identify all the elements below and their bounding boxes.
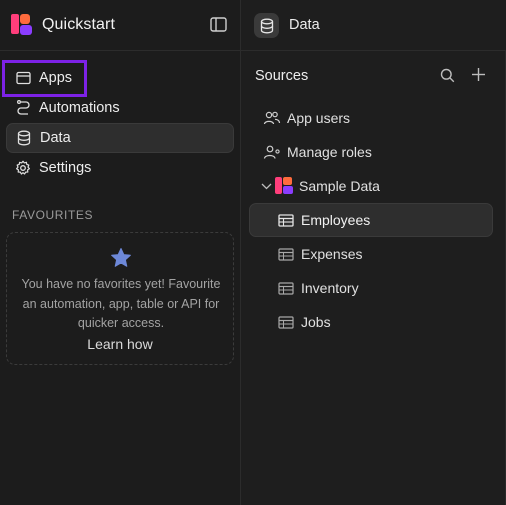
budibase-logo-icon — [11, 14, 33, 36]
table-icon — [277, 314, 295, 330]
source-item-label: Jobs — [301, 314, 331, 330]
table-icon — [277, 246, 295, 262]
app-title: Quickstart — [42, 16, 116, 33]
collapse-sidebar-icon[interactable] — [210, 17, 227, 32]
sidebar: Quickstart Apps Automations Data Setting… — [0, 0, 241, 505]
panel-title: Data — [289, 17, 320, 33]
search-icon[interactable] — [440, 68, 455, 83]
automation-path-icon — [15, 100, 31, 116]
source-item-inventory[interactable]: Inventory — [277, 273, 359, 303]
source-item-label: App users — [287, 110, 351, 126]
divider — [241, 50, 506, 51]
divider — [0, 50, 241, 51]
favourites-heading: FAVOURITES — [12, 208, 94, 222]
add-source-icon[interactable] — [471, 67, 486, 82]
source-item-manage-roles[interactable]: Manage roles — [263, 137, 372, 167]
selection-highlight — [2, 60, 87, 97]
sidebar-item-label: Automations — [39, 100, 120, 116]
sidebar-item-data[interactable]: Data — [6, 123, 234, 153]
sources-heading: Sources — [255, 68, 309, 84]
source-item-label: Expenses — [301, 246, 363, 262]
favourites-empty-state: You have no favorites yet! Favourite an … — [6, 232, 234, 365]
budibase-logo-icon — [275, 177, 293, 195]
sidebar-item-automations[interactable]: Automations — [6, 93, 234, 123]
source-item-label: Manage roles — [287, 144, 372, 160]
table-icon — [277, 212, 295, 228]
source-item-jobs[interactable]: Jobs — [277, 307, 331, 337]
sidebar-item-label: Data — [40, 130, 71, 146]
brand[interactable]: Quickstart — [11, 14, 115, 36]
table-icon — [277, 280, 295, 296]
source-item-label: Sample Data — [299, 178, 380, 194]
users-icon — [263, 110, 281, 126]
chevron-down-icon[interactable] — [260, 180, 272, 192]
source-item-label: Inventory — [301, 280, 359, 296]
favourites-empty-message: You have no favorites yet! Favourite an … — [21, 277, 221, 330]
database-icon — [16, 130, 32, 146]
source-item-app-users[interactable]: App users — [263, 103, 350, 133]
sidebar-item-label: Settings — [39, 160, 92, 176]
source-item-expenses[interactable]: Expenses — [277, 239, 362, 269]
database-icon — [254, 13, 279, 38]
user-roles-icon — [263, 144, 281, 160]
gear-icon — [15, 160, 31, 176]
source-item-employees[interactable]: Employees — [277, 205, 370, 235]
learn-how-link[interactable]: Learn how — [7, 336, 233, 352]
star-icon — [110, 247, 132, 269]
data-panel: Data Sources App users Manage roles Samp… — [241, 0, 506, 505]
sidebar-item-settings[interactable]: Settings — [6, 153, 234, 183]
source-item-label: Employees — [301, 212, 371, 228]
source-item-sample-data[interactable]: Sample Data — [260, 171, 380, 201]
